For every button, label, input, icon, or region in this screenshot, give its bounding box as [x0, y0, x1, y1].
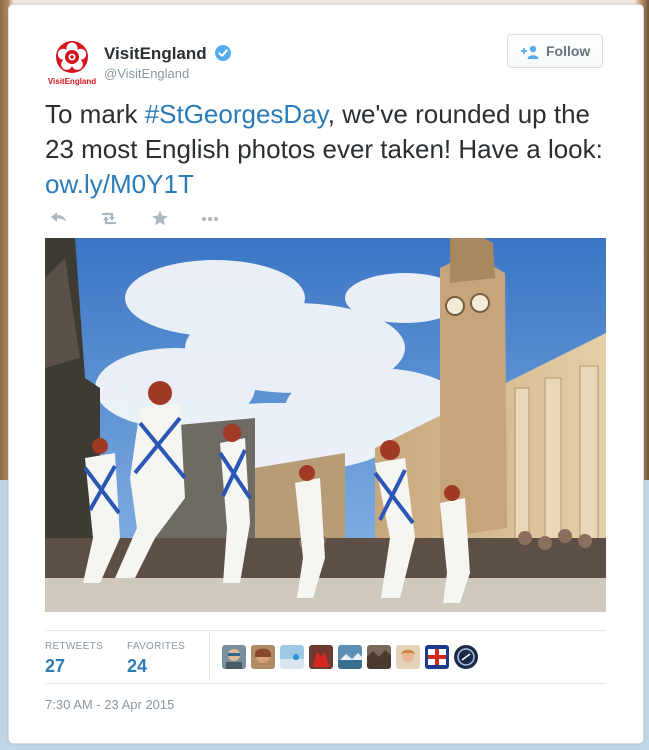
favoriter-avatar[interactable] [338, 645, 362, 669]
reply-icon[interactable] [48, 208, 70, 228]
favoriter-avatar[interactable] [367, 645, 391, 669]
favoriter-avatar[interactable] [425, 645, 449, 669]
retweets-stat[interactable]: RETWEETS 27 [45, 641, 103, 677]
follow-label: Follow [546, 43, 591, 59]
tudor-rose-logo-icon: VisitEngland [48, 41, 96, 86]
tweet-photo[interactable] [45, 238, 606, 612]
retweets-label: RETWEETS [45, 641, 103, 652]
stats-separator [209, 633, 210, 679]
stats-top-divider [45, 630, 606, 631]
add-user-icon [521, 45, 539, 59]
tweet-text: To mark #StGeorgesDay, we've rounded up … [45, 97, 615, 202]
favorites-count: 24 [127, 656, 148, 676]
stats-bottom-divider [45, 683, 606, 684]
favoriter-avatar[interactable] [309, 645, 333, 669]
more-icon[interactable] [199, 208, 221, 228]
favoriter-avatar[interactable] [251, 645, 275, 669]
morris-dancers-photo [45, 238, 606, 612]
avatar-caption: VisitEngland [48, 77, 96, 86]
favorites-label: FAVORITES [127, 641, 186, 652]
favoriter-avatar[interactable] [222, 645, 246, 669]
profile-avatar[interactable]: VisitEngland [46, 37, 98, 89]
tweet-timestamp[interactable]: 7:30 AM - 23 Apr 2015 [45, 697, 174, 712]
retweet-icon[interactable] [98, 208, 120, 228]
url-link[interactable]: ow.ly/M0Y1T [45, 169, 194, 199]
favorites-stat[interactable]: FAVORITES 24 [127, 641, 185, 677]
tweet-text-start: To mark [45, 99, 145, 129]
favoriter-avatar[interactable] [396, 645, 420, 669]
favoriter-avatar[interactable] [280, 645, 304, 669]
user-handle[interactable]: @VisitEngland [104, 66, 189, 81]
display-name[interactable]: VisitEngland [104, 44, 207, 64]
favorite-star-icon[interactable] [149, 208, 171, 228]
favoriter-avatar[interactable] [454, 645, 478, 669]
verified-badge-icon [215, 45, 231, 61]
retweets-count: 27 [45, 656, 66, 676]
hashtag-link[interactable]: #StGeorgesDay [145, 99, 328, 129]
follow-button[interactable]: Follow [507, 34, 603, 68]
tweet-card: VisitEngland VisitEngland @VisitEngland … [8, 4, 644, 744]
